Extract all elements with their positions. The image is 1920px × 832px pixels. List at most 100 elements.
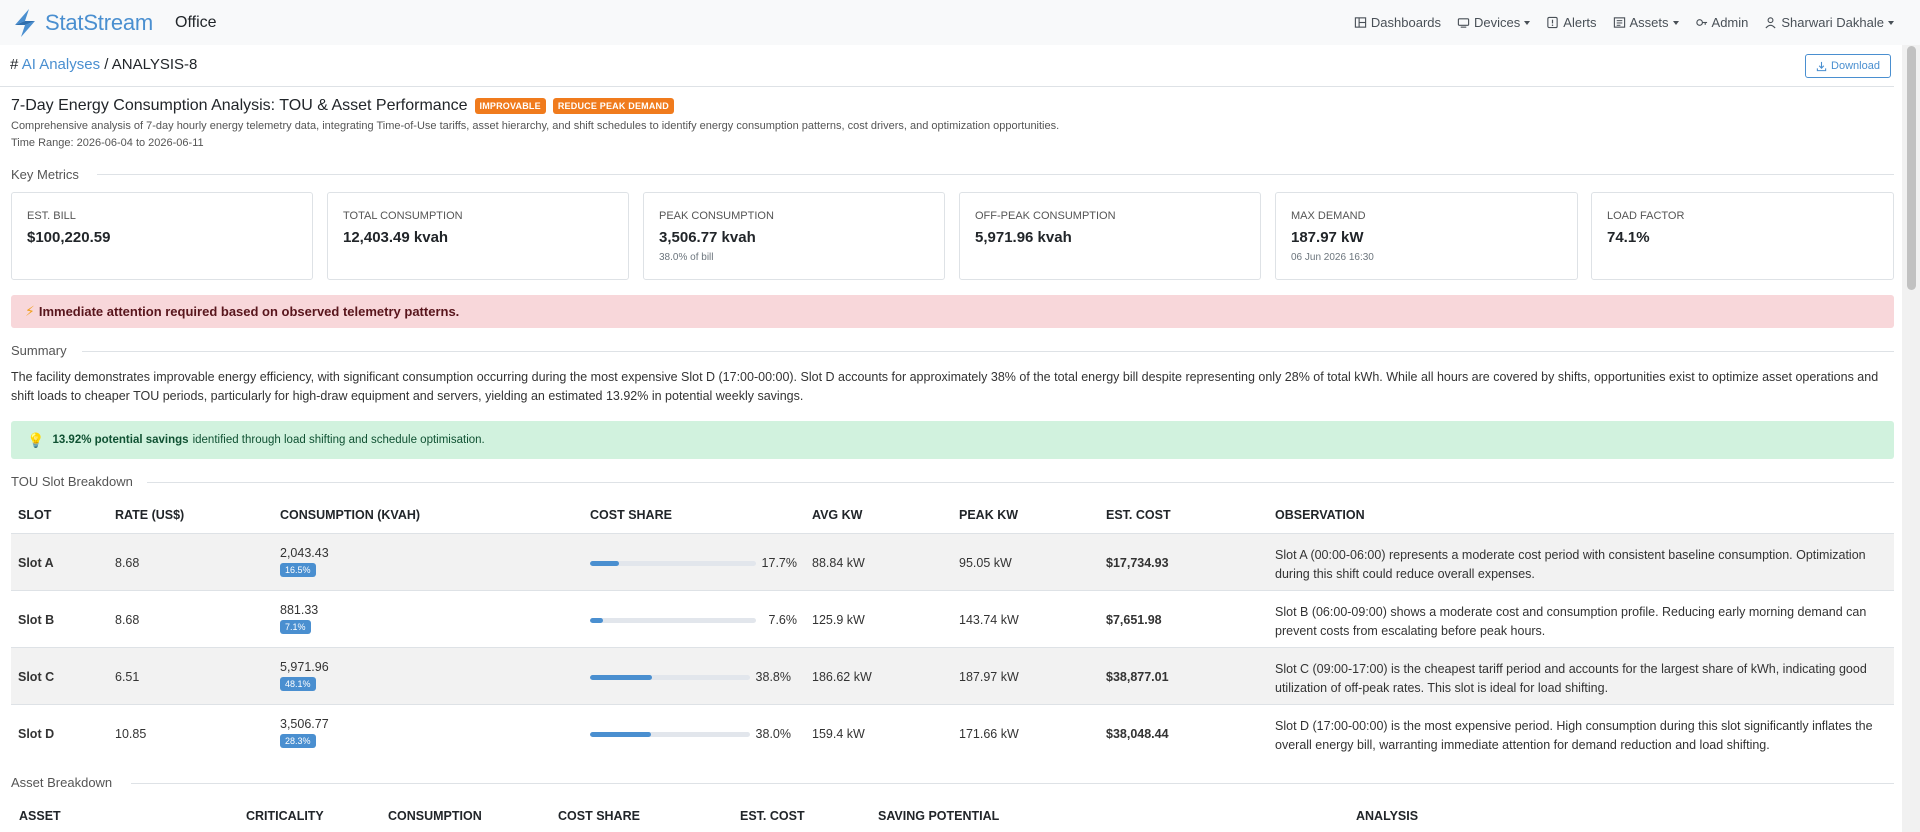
breadcrumb-link-ai-analyses[interactable]: AI Analyses [22,56,100,73]
assets-icon [1613,17,1625,28]
metric-label: EST. BILL [27,210,76,222]
column-header: SAVING POTENTIAL [878,809,1000,823]
breadcrumb: # AI Analyses / ANALYSIS-8 [10,56,197,73]
metric-value: 5,971.96 kvah [975,229,1072,246]
column-header: OBSERVATION [1275,508,1365,522]
section-tou-breakdown: TOU Slot Breakdown [11,474,133,489]
cost-share-bar [590,732,750,737]
scrollbar-thumb[interactable] [1907,46,1916,290]
nav-menu: Dashboards Devices Alerts Assets Admin S… [1354,0,1894,45]
metric-label: OFF-PEAK CONSUMPTION [975,210,1116,222]
lightning-icon: ⚡ [25,303,35,319]
nav-dashboards-label: Dashboards [1370,15,1442,30]
consumption-percent-badge: 16.5% [280,563,316,577]
summary-text: The facility demonstrates improvable ene… [11,370,1879,403]
slot-consumption: 2,043.43 16.5% [280,546,329,577]
attention-alert-text: Immediate attention required based on ob… [38,304,460,319]
nav-alerts-label: Alerts [1563,15,1597,30]
section-divider [97,174,1894,175]
chevron-down-icon [1672,20,1679,25]
column-header: COST SHARE [590,508,672,522]
cost-share-fill [590,732,651,737]
status-badge: IMPROVABLE [474,98,546,114]
breadcrumb-hash: # [10,56,19,73]
lightbulb-icon: 💡 [27,431,45,448]
section-key-metrics: Key Metrics [11,167,79,182]
metric-label: MAX DEMAND [1291,210,1366,222]
metric-value: 74.1% [1607,229,1650,246]
brand-logo-icon [15,8,35,37]
metric-value: 187.97 kW [1291,229,1364,246]
peak-kw: 171.66 kW [959,727,1019,741]
slot-rate: 10.85 [115,727,147,741]
report-description: Comprehensive analysis of 7-day hourly e… [11,120,1060,132]
chevron-down-icon [1888,20,1894,25]
top-navbar: StatStream Office Dashboards Devices Ale… [0,0,1920,45]
observation: Slot C (09:00-17:00) is the cheapest tar… [1275,662,1867,695]
metric-card-total-consumption: TOTAL CONSUMPTION 12,403.49 kvah [327,192,629,280]
column-header: CONSUMPTION [388,809,482,823]
column-header: SLOT [18,508,52,522]
download-button[interactable]: Download [1805,54,1891,78]
dashboard-icon [1354,17,1367,28]
cost-share-bar [590,675,750,680]
brand[interactable]: StatStream Office [9,0,217,45]
report-time-range: Time Range: 2026-06-04 to 2026-06-11 [11,137,204,149]
org-name: Office [175,13,217,31]
peak-kw: 187.97 kW [959,670,1019,684]
column-header: AVG KW [812,508,863,522]
slot-name: Slot A [18,556,54,570]
savings-highlight: 13.92% potential savings [52,434,189,446]
download-icon [1816,61,1827,71]
est-cost: $38,877.01 [1106,670,1169,684]
section-divider [82,351,1894,352]
est-cost: $7,651.98 [1106,613,1162,627]
metric-label: PEAK CONSUMPTION [659,210,774,222]
table-row: Slot B 8.68 881.33 7.1% 7.6% 125.9 kW 143.74 k… [11,590,1894,647]
nav-dashboards[interactable]: Dashboards [1354,15,1441,30]
cost-share-fill [590,618,603,623]
nav-user[interactable]: Sharwari Dakhale [1764,15,1894,30]
chevron-down-icon [1524,20,1531,25]
consumption-value: 881.33 [280,603,319,617]
metric-card-max-demand: MAX DEMAND 187.97 kW 06 Jun 2026 16:30 [1275,192,1578,280]
metric-label: LOAD FACTOR [1607,210,1685,222]
devices-icon [1457,18,1470,28]
section-summary: Summary [11,343,67,358]
slot-name: Slot D [18,727,55,741]
nav-alerts[interactable]: Alerts [1546,15,1597,30]
column-header: CRITICALITY [246,809,324,823]
metric-value: $100,220.59 [27,229,111,246]
slot-rate: 8.68 [115,613,140,627]
cost-share-percent: 7.6% [768,613,798,627]
attention-alert: ⚡ Immediate attention required based on … [11,295,1894,328]
slot-rate: 6.51 [115,670,140,684]
user-icon [1765,17,1776,29]
breadcrumb-current: ANALYSIS-8 [111,56,198,73]
table-header-row: SLOT RATE (US$) CONSUMPTION (KVAH) COST SHA… [11,499,1894,533]
column-header: PEAK KW [959,508,1019,522]
nav-devices[interactable]: Devices [1457,15,1531,30]
peak-kw: 95.05 kW [959,556,1012,570]
nav-assets[interactable]: Assets [1613,15,1679,30]
report-title: 7-Day Energy Consumption Analysis: TOU &… [11,97,674,115]
slot-consumption: 5,971.96 48.1% [280,660,329,691]
consumption-value: 5,971.96 [280,660,329,674]
observation: Slot B (06:00-09:00) shows a moderate co… [1275,605,1867,638]
savings-text: identified through load shifting and sch… [192,434,485,446]
nav-admin[interactable]: Admin [1695,15,1749,30]
tou-slot-table: SLOT RATE (US$) CONSUMPTION (KVAH) COST SHA… [11,499,1894,761]
breadcrumb-separator: / [104,56,109,73]
slot-consumption: 881.33 7.1% [280,603,318,634]
alert-icon [1547,16,1558,29]
metric-card-est-bill: EST. BILL $100,220.59 [11,192,313,280]
nav-admin-label: Admin [1711,15,1749,30]
metric-label: TOTAL CONSUMPTION [343,210,463,222]
column-header: CONSUMPTION (KVAH) [280,508,421,522]
metric-card-peak-consumption: PEAK CONSUMPTION 3,506.77 kvah 38.0% of … [643,192,945,280]
metric-sub: 38.0% of bill [659,252,714,263]
observation: Slot D (17:00-00:00) is the most expensi… [1275,719,1873,752]
status-badge: REDUCE PEAK DEMAND [552,98,674,114]
cost-share-percent: 38.8% [755,670,791,684]
avg-kw: 125.9 kW [812,613,865,627]
